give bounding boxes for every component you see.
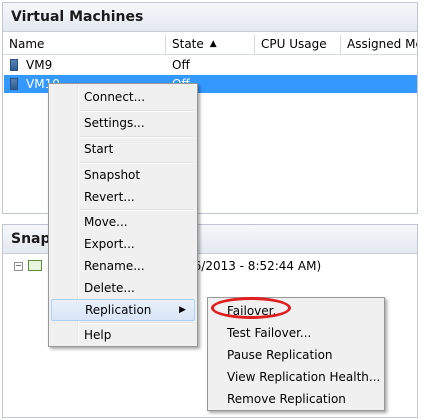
menu-item-snapshot[interactable]: Snapshot	[51, 164, 195, 186]
column-header-state[interactable]: State ▲	[166, 35, 255, 54]
menu-item-settings[interactable]: Settings...	[51, 112, 195, 134]
column-header-name[interactable]: Name	[3, 35, 166, 54]
menu-item-remove-replication[interactable]: Remove Replication	[210, 388, 382, 410]
virtual-machine-icon	[10, 78, 18, 90]
vm-context-menu: Connect... Settings... Start Snapshot Re…	[48, 83, 198, 347]
menu-item-start[interactable]: Start	[51, 138, 195, 160]
column-header-cpu-usage[interactable]: CPU Usage	[255, 35, 341, 54]
menu-item-move[interactable]: Move...	[51, 211, 195, 233]
snapshot-label[interactable]: 16/2013 - 8:52:44 AM)	[186, 259, 321, 273]
virtual-machines-title: Virtual Machines	[3, 3, 417, 32]
menu-item-failover[interactable]: Failover...	[210, 300, 382, 322]
menu-item-connect[interactable]: Connect...	[51, 86, 195, 108]
sort-ascending-icon: ▲	[209, 39, 217, 49]
menu-item-replication[interactable]: Replication ▶	[51, 299, 195, 321]
menu-item-view-replication-health[interactable]: View Replication Health...	[210, 366, 382, 388]
menu-item-replication-label: Replication	[85, 303, 152, 317]
menu-item-rename[interactable]: Rename...	[51, 255, 195, 277]
snapshot-icon	[28, 260, 42, 271]
menu-item-delete[interactable]: Delete...	[51, 277, 195, 299]
column-header-state-label: State	[172, 37, 204, 51]
vm-state: Off	[172, 58, 190, 72]
menu-item-export[interactable]: Export...	[51, 233, 195, 255]
column-header-row: Name State ▲ CPU Usage Assigned Mem	[3, 35, 417, 55]
column-header-assigned-memory[interactable]: Assigned Mem	[341, 35, 417, 54]
replication-submenu: Failover... Test Failover... Pause Repli…	[207, 297, 385, 411]
menu-item-test-failover[interactable]: Test Failover...	[210, 322, 382, 344]
menu-item-pause-replication[interactable]: Pause Replication	[210, 344, 382, 366]
vm-row[interactable]: VM9 Off	[4, 56, 417, 74]
vm-name: VM9	[26, 58, 53, 72]
submenu-arrow-icon: ▶	[179, 305, 186, 315]
menu-item-help[interactable]: Help	[51, 324, 195, 346]
virtual-machine-icon	[10, 59, 18, 71]
menu-item-revert[interactable]: Revert...	[51, 186, 195, 208]
tree-collapse-icon[interactable]: −	[14, 262, 23, 271]
